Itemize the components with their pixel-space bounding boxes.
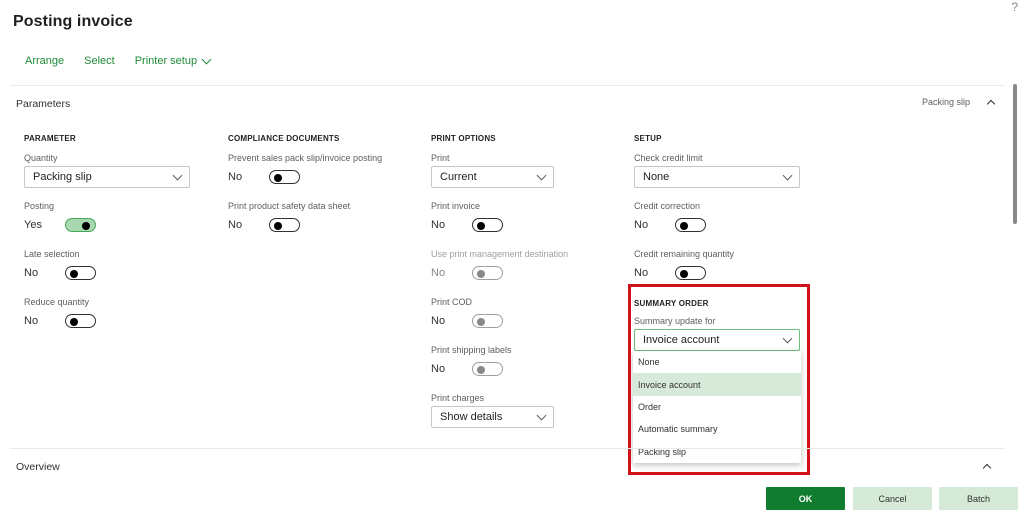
parameter-column: PARAMETER Quantity Packing slip Posting … [24, 134, 204, 332]
arrange-button[interactable]: Arrange [25, 55, 64, 67]
prevent-posting-toggle[interactable] [269, 170, 300, 184]
print-label: Print [431, 153, 450, 163]
print-mgmt-toggle[interactable] [472, 266, 503, 280]
print-shipping-labels-label: Print shipping labels [431, 345, 512, 355]
column-heading: PARAMETER [24, 134, 76, 143]
print-charges-label: Print charges [431, 393, 485, 403]
quantity-label: Quantity [24, 153, 58, 163]
divider [10, 85, 1005, 86]
print-invoice-toggle[interactable] [472, 218, 503, 232]
highlight-annotation-box [628, 284, 810, 475]
reduce-quantity-label: Reduce quantity [24, 297, 90, 307]
prevent-posting-value: No [228, 171, 243, 183]
print-cod-value: No [431, 315, 446, 327]
print-mgmt-value: No [431, 267, 446, 279]
posting-toggle[interactable] [65, 218, 96, 232]
action-bar: Arrange Select Printer setup [25, 54, 230, 67]
printer-setup-button[interactable]: Printer setup [134, 54, 212, 67]
column-heading: SETUP [634, 134, 662, 143]
divider [10, 448, 1005, 449]
reduce-quantity-toggle[interactable] [65, 314, 96, 328]
prevent-posting-label: Prevent sales pack slip/invoice posting [228, 153, 383, 163]
late-selection-value: No [24, 267, 39, 279]
credit-correction-toggle[interactable] [675, 218, 706, 232]
safety-data-sheet-value: No [228, 219, 243, 231]
print-select[interactable]: Current [431, 166, 554, 188]
overview-section-header[interactable]: Overview [16, 461, 60, 473]
ok-button[interactable]: OK [766, 487, 845, 510]
safety-data-sheet-label: Print product safety data sheet [228, 201, 351, 211]
batch-button[interactable]: Batch [939, 487, 1018, 510]
print-invoice-label: Print invoice [431, 201, 481, 211]
chevron-down-icon [536, 410, 547, 420]
collapse-chevron-up-icon[interactable] [982, 463, 992, 473]
compliance-column: COMPLIANCE DOCUMENTS Prevent sales pack … [228, 134, 428, 236]
credit-remaining-quantity-value: No [634, 267, 649, 279]
print-charges-select[interactable]: Show details [431, 406, 554, 428]
print-shipping-labels-toggle[interactable] [472, 362, 503, 376]
print-charges-value: Show details [440, 411, 503, 423]
help-icon[interactable]: ? [1011, 0, 1018, 14]
chevron-down-icon [172, 170, 183, 180]
print-shipping-labels-value: No [431, 363, 446, 375]
quantity-value: Packing slip [33, 171, 92, 183]
late-selection-label: Late selection [24, 249, 80, 259]
check-credit-limit-value: None [643, 171, 670, 183]
parameters-section-summary[interactable]: Packing slip [922, 97, 996, 108]
print-cod-label: Print COD [431, 297, 473, 307]
check-credit-limit-select[interactable]: None [634, 166, 800, 188]
printer-setup-label: Printer setup [134, 55, 198, 67]
print-mgmt-label: Use print management destination [431, 249, 569, 259]
overview-collapse[interactable] [982, 462, 992, 473]
late-selection-toggle[interactable] [65, 266, 96, 280]
column-heading: PRINT OPTIONS [431, 134, 496, 143]
cancel-button[interactable]: Cancel [853, 487, 932, 510]
credit-remaining-quantity-label: Credit remaining quantity [634, 249, 735, 259]
parameters-section-header[interactable]: Parameters [16, 98, 70, 110]
chevron-down-icon [782, 170, 793, 180]
posting-label: Posting [24, 201, 55, 211]
print-options-column: PRINT OPTIONS Print Current Print invoic… [431, 134, 621, 428]
posting-value: Yes [24, 219, 42, 231]
chevron-down-icon [201, 54, 212, 64]
select-button[interactable]: Select [84, 55, 115, 67]
page-title: Posting invoice [13, 13, 133, 30]
credit-correction-label: Credit correction [634, 201, 701, 211]
print-cod-toggle[interactable] [472, 314, 503, 328]
check-credit-limit-label: Check credit limit [634, 153, 703, 163]
print-value: Current [440, 171, 477, 183]
column-heading: COMPLIANCE DOCUMENTS [228, 134, 340, 143]
reduce-quantity-value: No [24, 315, 39, 327]
vertical-scrollbar[interactable] [1013, 84, 1017, 224]
chevron-down-icon [536, 170, 547, 180]
collapse-chevron-up-icon[interactable] [986, 99, 996, 108]
credit-correction-value: No [634, 219, 649, 231]
section-summary-text: Packing slip [922, 97, 971, 107]
safety-data-sheet-toggle[interactable] [269, 218, 300, 232]
quantity-select[interactable]: Packing slip [24, 166, 190, 188]
print-invoice-value: No [431, 219, 446, 231]
credit-remaining-quantity-toggle[interactable] [675, 266, 706, 280]
